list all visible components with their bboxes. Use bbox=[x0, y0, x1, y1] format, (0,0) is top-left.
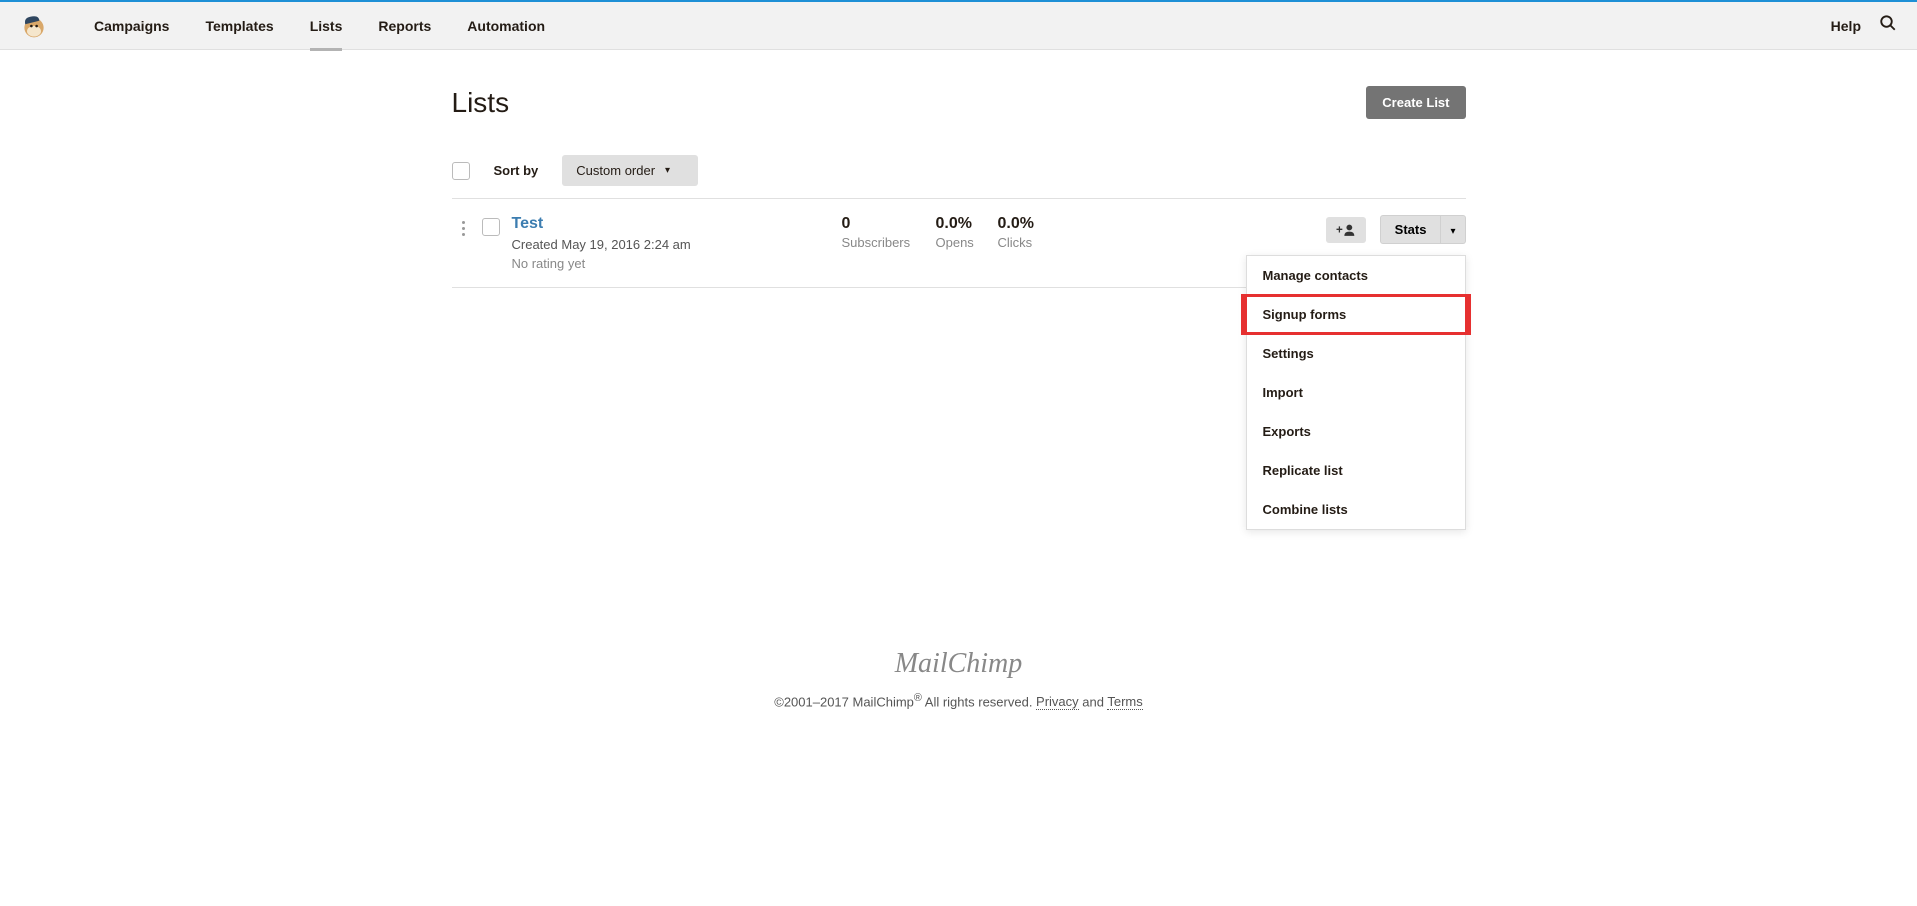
sort-value: Custom order bbox=[576, 163, 655, 178]
row-checkbox[interactable] bbox=[482, 218, 500, 236]
stat-label: Opens bbox=[936, 235, 988, 250]
nav-reports[interactable]: Reports bbox=[360, 2, 449, 50]
opens-stat: 0.0% Opens bbox=[936, 215, 998, 250]
list-rating: No rating yet bbox=[512, 256, 842, 271]
list-actions-dropdown: Manage contacts Signup forms Settings Im… bbox=[1246, 255, 1466, 530]
lists-table: Test Created May 19, 2016 2:24 am No rat… bbox=[452, 198, 1466, 288]
main-header: Campaigns Templates Lists Reports Automa… bbox=[0, 2, 1917, 50]
stat-value: 0 bbox=[842, 215, 926, 233]
add-subscriber-button[interactable]: + bbox=[1326, 217, 1366, 243]
list-name-link[interactable]: Test bbox=[512, 215, 842, 233]
stats-button[interactable]: Stats bbox=[1380, 215, 1442, 244]
footer-brand-logo: MailChimp bbox=[20, 648, 1897, 680]
rights-text: All rights reserved. bbox=[922, 694, 1036, 709]
add-person-icon: + bbox=[1336, 223, 1356, 237]
drag-handle[interactable] bbox=[452, 215, 476, 236]
create-list-button[interactable]: Create List bbox=[1366, 86, 1465, 119]
dropdown-manage-contacts[interactable]: Manage contacts bbox=[1247, 256, 1465, 295]
sort-dropdown[interactable]: Custom order ▾ bbox=[562, 155, 698, 186]
and-text: and bbox=[1079, 694, 1108, 709]
row-actions: + Stats ▾ Manage contacts Signup forms S… bbox=[1326, 215, 1466, 244]
freddie-icon bbox=[20, 12, 48, 40]
chevron-down-icon: ▾ bbox=[665, 165, 670, 176]
stat-value: 0.0% bbox=[936, 215, 988, 233]
list-row: Test Created May 19, 2016 2:24 am No rat… bbox=[452, 199, 1466, 287]
dropdown-combine-lists[interactable]: Combine lists bbox=[1247, 490, 1465, 529]
page-header: Lists Create List bbox=[452, 50, 1466, 143]
dropdown-signup-forms[interactable]: Signup forms bbox=[1242, 295, 1470, 334]
main-container: Lists Create List Sort by Custom order ▾… bbox=[452, 50, 1466, 288]
mailchimp-logo[interactable] bbox=[20, 12, 48, 40]
chevron-down-icon: ▾ bbox=[1450, 226, 1455, 237]
page-title: Lists bbox=[452, 87, 510, 119]
nav-campaigns[interactable]: Campaigns bbox=[76, 2, 187, 50]
footer-copyright: ©2001–2017 MailChimp® All rights reserve… bbox=[20, 692, 1897, 709]
terms-link[interactable]: Terms bbox=[1107, 694, 1142, 710]
stats-button-group: Stats ▾ Manage contacts Signup forms Set… bbox=[1380, 215, 1466, 244]
list-toolbar: Sort by Custom order ▾ bbox=[452, 143, 1466, 198]
main-nav: Campaigns Templates Lists Reports Automa… bbox=[76, 2, 563, 50]
list-info-column: Test Created May 19, 2016 2:24 am No rat… bbox=[512, 215, 842, 271]
stat-label: Subscribers bbox=[842, 235, 926, 250]
header-right: Help bbox=[1831, 14, 1897, 37]
nav-templates[interactable]: Templates bbox=[187, 2, 291, 50]
stats-dropdown-toggle[interactable]: ▾ bbox=[1441, 215, 1465, 244]
help-link[interactable]: Help bbox=[1831, 18, 1861, 34]
copyright-text: ©2001–2017 MailChimp bbox=[774, 694, 914, 709]
dropdown-settings[interactable]: Settings bbox=[1247, 334, 1465, 373]
search-icon[interactable] bbox=[1879, 14, 1897, 37]
stat-label: Clicks bbox=[998, 235, 1074, 250]
nav-automation[interactable]: Automation bbox=[449, 2, 563, 50]
select-all-checkbox[interactable] bbox=[452, 162, 470, 180]
page-footer: MailChimp ©2001–2017 MailChimp® All righ… bbox=[0, 628, 1917, 729]
svg-text:+: + bbox=[1336, 223, 1343, 236]
list-created-date: Created May 19, 2016 2:24 am bbox=[512, 237, 842, 252]
clicks-stat: 0.0% Clicks bbox=[998, 215, 1084, 250]
registered-mark: ® bbox=[914, 692, 922, 704]
nav-lists[interactable]: Lists bbox=[292, 2, 361, 50]
subscribers-stat: 0 Subscribers bbox=[842, 215, 936, 250]
dropdown-import[interactable]: Import bbox=[1247, 373, 1465, 412]
dropdown-replicate-list[interactable]: Replicate list bbox=[1247, 451, 1465, 490]
sort-by-label: Sort by bbox=[494, 163, 539, 178]
privacy-link[interactable]: Privacy bbox=[1036, 694, 1079, 710]
stat-value: 0.0% bbox=[998, 215, 1074, 233]
dropdown-exports[interactable]: Exports bbox=[1247, 412, 1465, 451]
